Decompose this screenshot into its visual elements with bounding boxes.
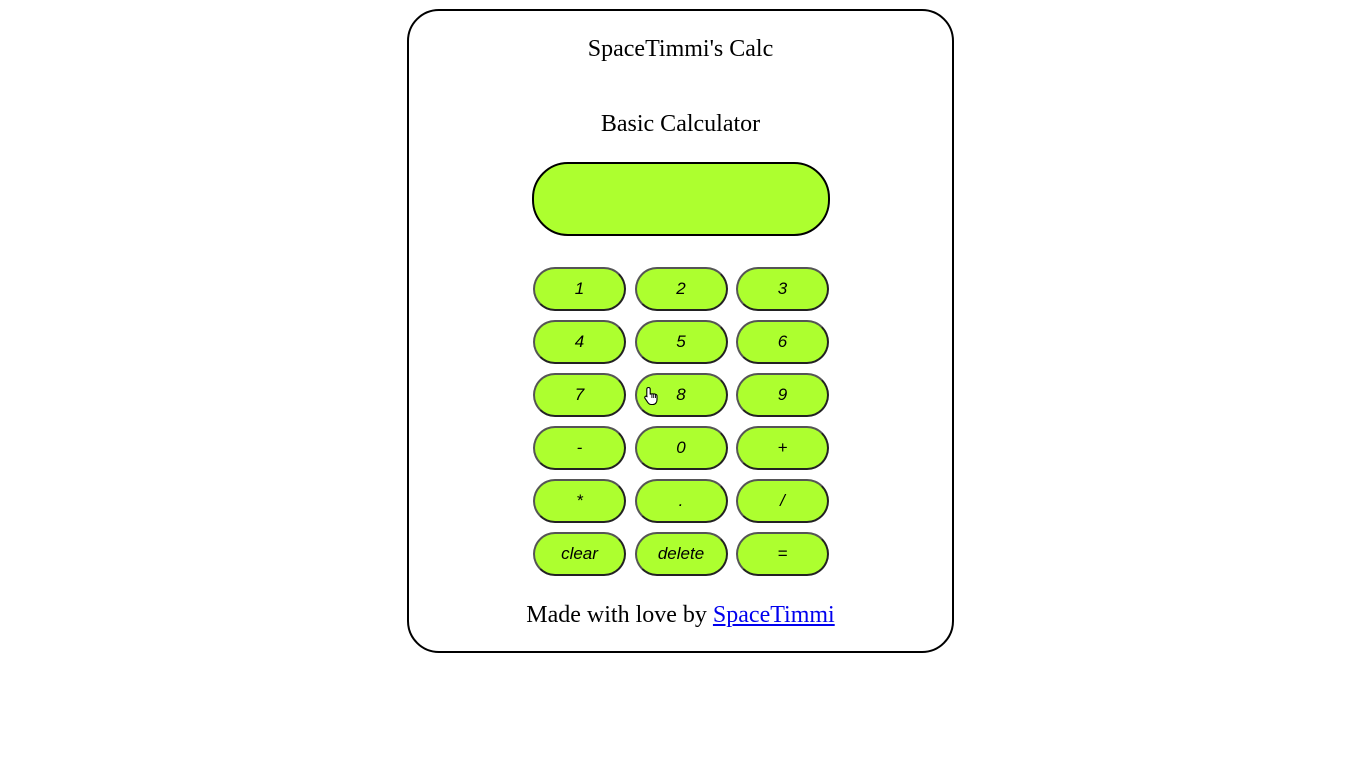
- key-6-button[interactable]: 6: [736, 320, 829, 364]
- key-1-button[interactable]: 1: [533, 267, 626, 311]
- key-7-button[interactable]: 7: [533, 373, 626, 417]
- key-8-button[interactable]: 8: [634, 373, 728, 417]
- calculator-subtitle: Basic Calculator: [600, 111, 761, 137]
- key-2-button[interactable]: 2: [634, 267, 728, 311]
- key-5-button[interactable]: 5: [634, 320, 728, 364]
- author-link[interactable]: SpaceTimmi: [713, 602, 835, 628]
- calculator-display: [532, 162, 830, 236]
- key-9-button[interactable]: 9: [736, 373, 829, 417]
- app-title: SpaceTimmi's Calc: [587, 36, 774, 62]
- clear-button[interactable]: clear: [533, 532, 626, 576]
- footer-text: Made with love by: [526, 602, 713, 628]
- calculator-card: SpaceTimmi's Calc Basic Calculator 1 2 3…: [407, 9, 954, 653]
- equals-button[interactable]: =: [736, 532, 829, 576]
- key-4-button[interactable]: 4: [533, 320, 626, 364]
- divide-button[interactable]: /: [736, 479, 829, 523]
- delete-button[interactable]: delete: [634, 532, 728, 576]
- add-button[interactable]: +: [736, 426, 829, 470]
- key-3-button[interactable]: 3: [736, 267, 829, 311]
- keypad: 1 2 3 4 5 6 7 8 9 - 0 + * . / clear dele…: [533, 267, 829, 576]
- footer: Made with love by SpaceTimmi: [409, 601, 952, 629]
- multiply-button[interactable]: *: [533, 479, 626, 523]
- key-0-button[interactable]: 0: [634, 426, 728, 470]
- subtract-button[interactable]: -: [533, 426, 626, 470]
- decimal-button[interactable]: .: [634, 479, 728, 523]
